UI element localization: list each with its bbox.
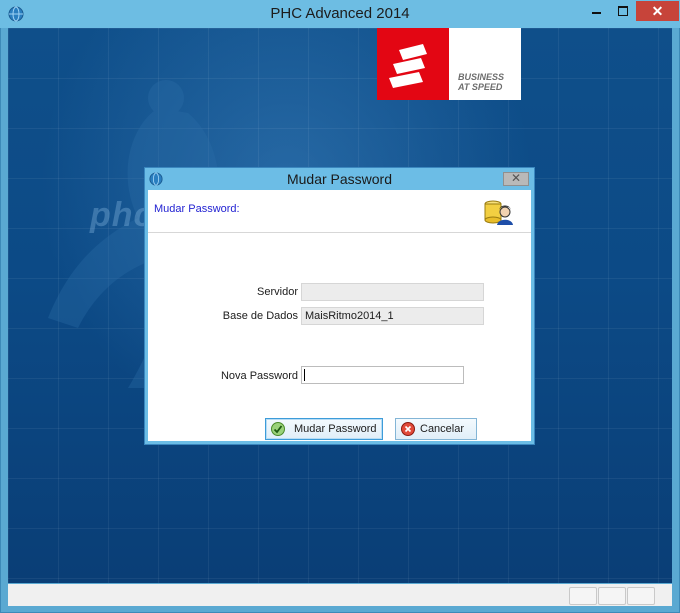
mudar-password-button-label: Mudar Password [294, 423, 377, 435]
servidor-label: Servidor [257, 286, 298, 298]
dialog-header-label: Mudar Password: [154, 203, 240, 215]
checkmark-icon [271, 422, 285, 436]
dialog-title: Mudar Password [286, 171, 393, 187]
text-caret [304, 369, 305, 381]
user-database-icon [484, 200, 513, 225]
logo-tagline-line1: BUSINESS [458, 72, 505, 82]
dialog-close-button[interactable]: ✕ [503, 171, 529, 186]
window-title: PHC Advanced 2014 [270, 5, 410, 22]
cancelar-button[interactable]: Cancelar [395, 418, 477, 440]
cancelar-button-label: Cancelar [420, 423, 465, 435]
speed-bars-icon [389, 44, 427, 88]
close-button[interactable]: ✕ [636, 1, 679, 21]
change-password-dialog: Mudar Password ✕ Mudar Password: Servido… [144, 167, 535, 445]
status-panel-3 [627, 587, 655, 605]
status-bar [8, 584, 672, 606]
base-de-dados-field: MaisRitmo2014_1 [301, 307, 484, 325]
nova-password-input[interactable] [301, 366, 464, 384]
maximize-button[interactable] [610, 1, 636, 21]
brand-logo: BUSINESS AT SPEED [377, 28, 521, 100]
status-panel-1 [569, 587, 597, 605]
servidor-field [301, 283, 484, 301]
status-panel-2 [598, 587, 626, 605]
nova-password-label: Nova Password [220, 370, 298, 382]
logo-tagline: BUSINESS AT SPEED [458, 72, 504, 92]
minimize-button[interactable] [583, 1, 610, 21]
logo-tagline-line2: AT SPEED [458, 82, 503, 92]
dialog-body: Mudar Password: Servidor Base de Dados M… [148, 190, 531, 441]
base-de-dados-label: Base de Dados [222, 310, 298, 322]
close-icon: ✕ [510, 171, 522, 185]
window-titlebar[interactable]: PHC Advanced 2014 ✕ [0, 0, 680, 28]
close-icon: ✕ [651, 3, 664, 19]
mudar-password-button[interactable]: Mudar Password [265, 418, 383, 440]
logo-mark [377, 28, 449, 100]
dialog-header: Mudar Password: [148, 190, 531, 233]
cancel-icon [401, 422, 415, 436]
